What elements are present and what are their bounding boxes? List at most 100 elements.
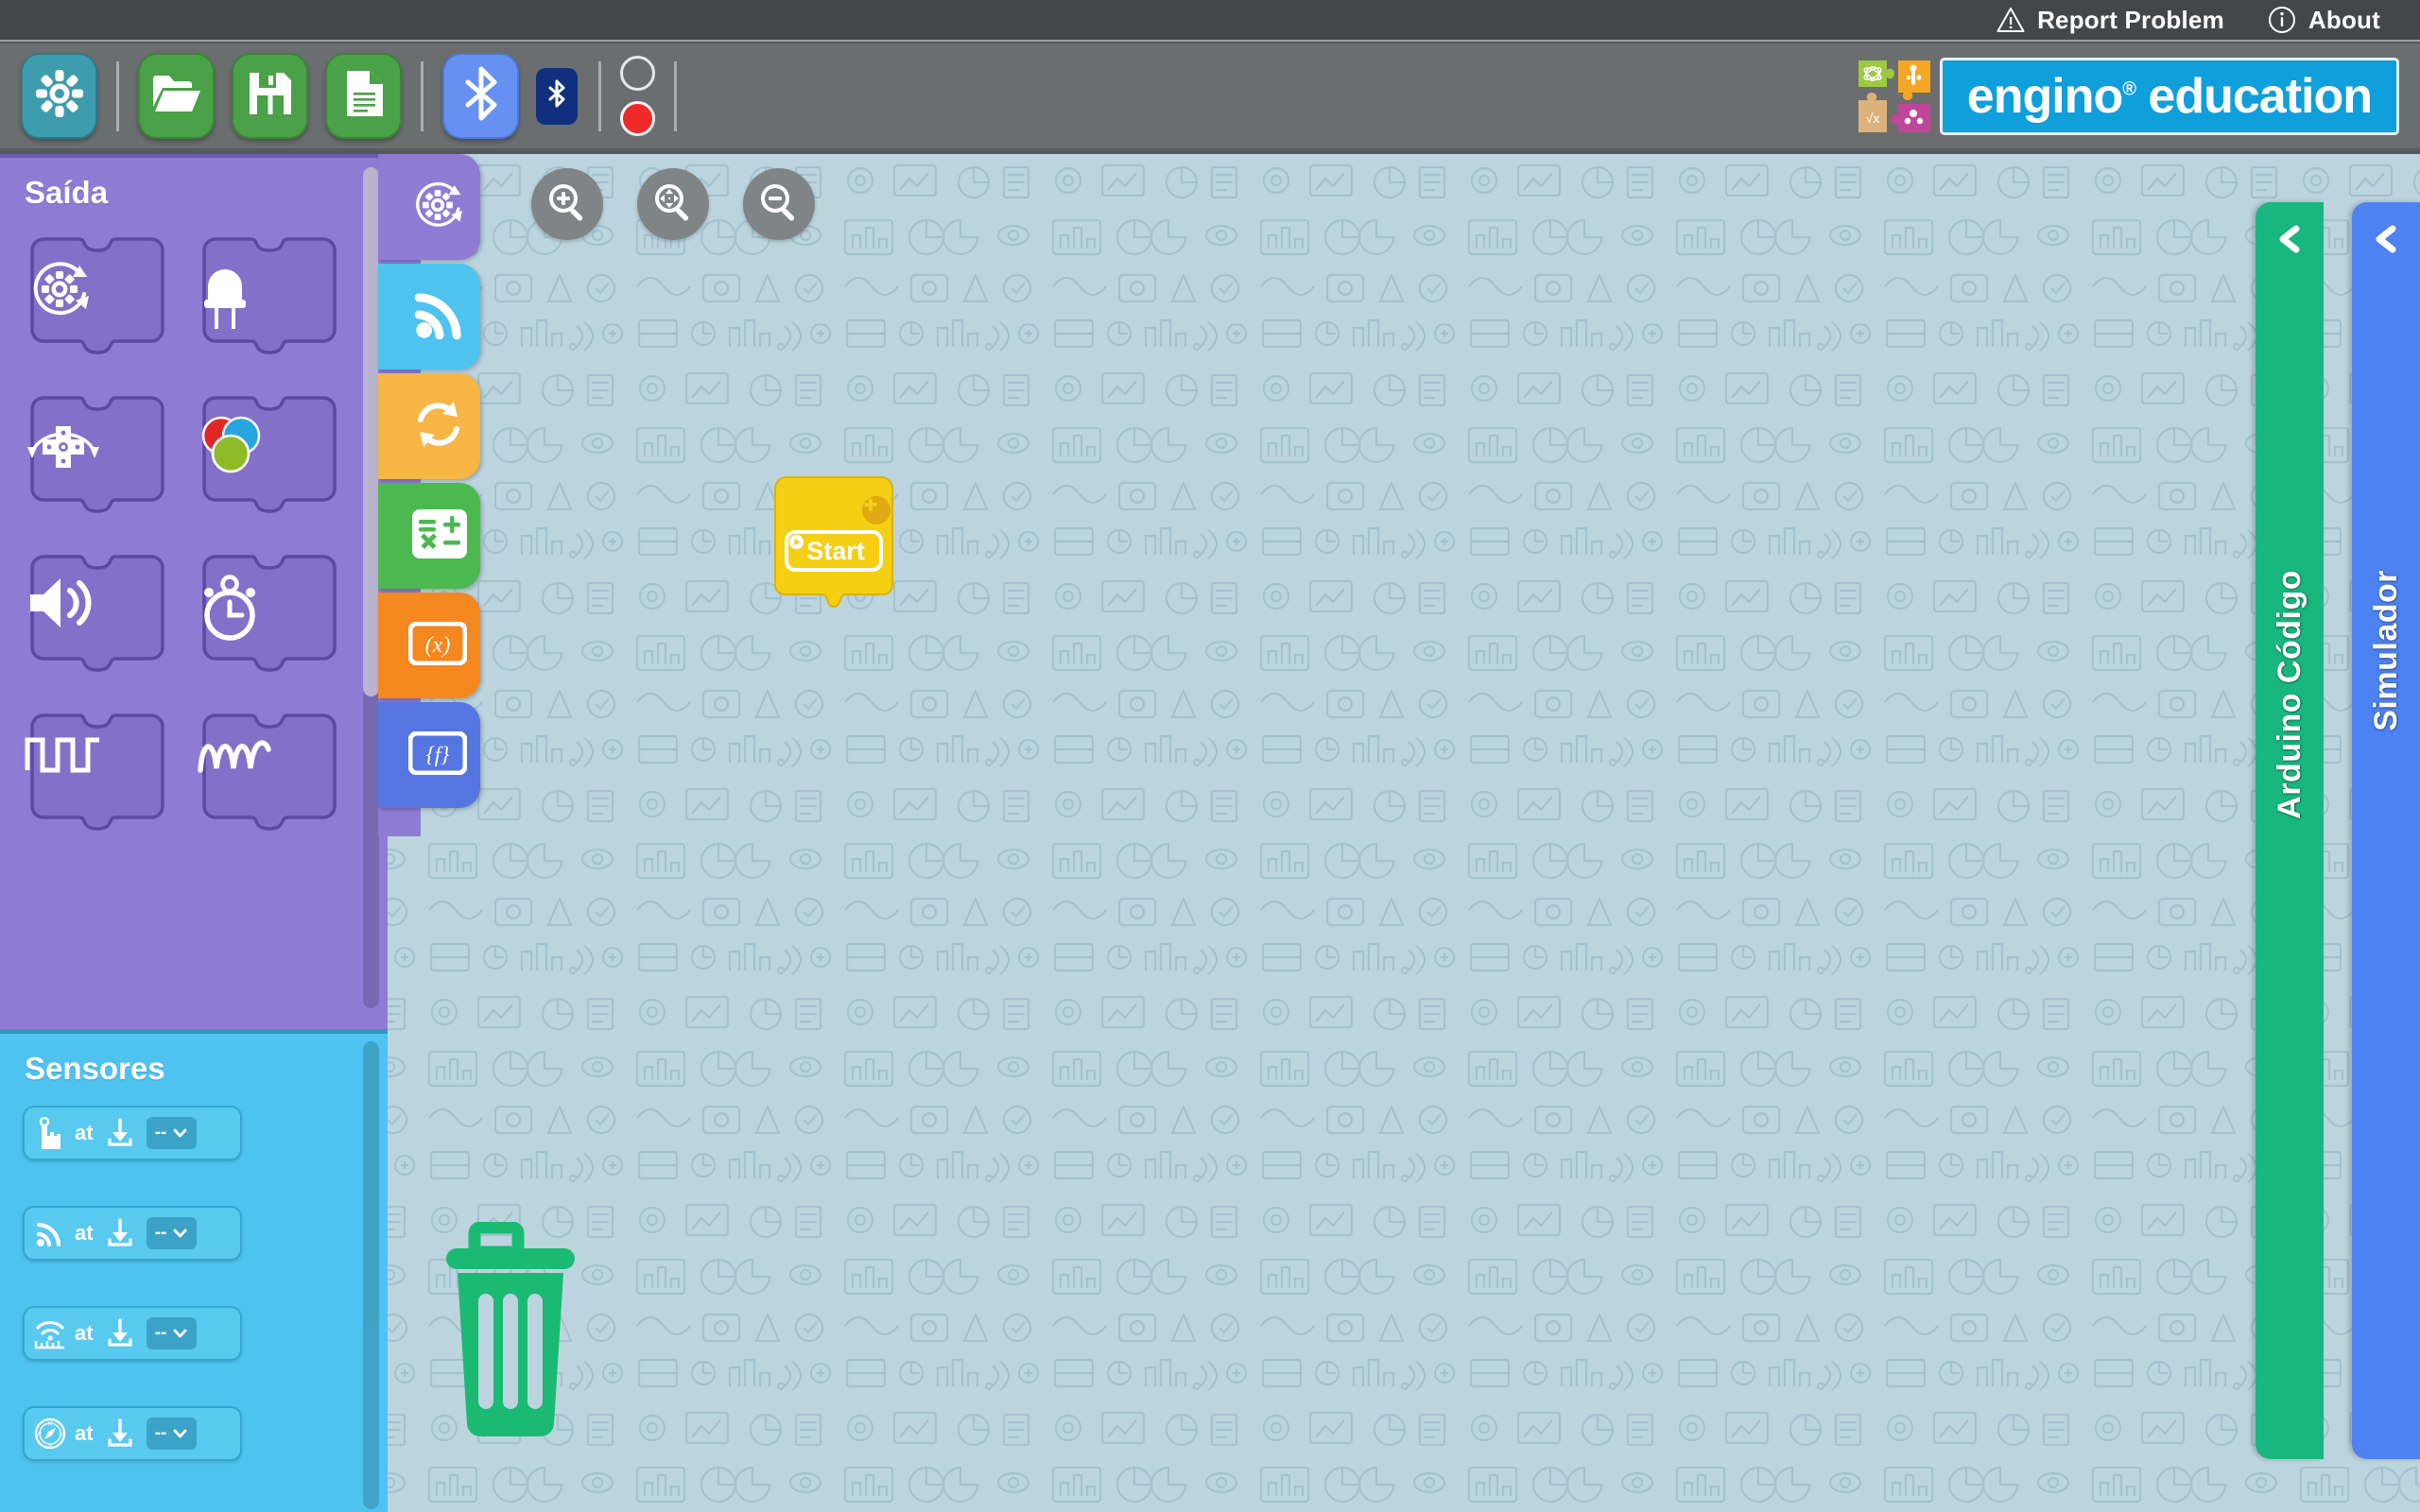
palette-section-output: Saída (0, 154, 388, 1029)
gear-icon (34, 68, 85, 124)
block-timer[interactable] (197, 549, 342, 689)
motor-rotation-icon (25, 254, 170, 345)
magnifier-move-icon (651, 180, 695, 229)
start-label-text: Start (806, 536, 865, 565)
speaker-icon (25, 572, 170, 662)
zoom-fit-button[interactable] (637, 168, 709, 240)
block-servo[interactable] (25, 390, 170, 530)
sensor-port-select[interactable]: -- (146, 1117, 197, 1149)
block-sound[interactable] (25, 549, 170, 689)
chevron-down-icon (173, 1323, 187, 1344)
brand-logo: √x engino® education (1853, 43, 2399, 148)
svg-text:N: N (48, 1422, 52, 1428)
about-button[interactable]: About (2268, 6, 2380, 35)
ultrasonic-ruler-icon (34, 1315, 66, 1351)
block-motor[interactable] (25, 232, 170, 371)
svg-text:E: E (60, 1433, 63, 1438)
start-block[interactable]: Start (764, 475, 904, 619)
chevron-left-icon (2367, 225, 2405, 258)
tab-simulator-label: Simulador (2367, 570, 2404, 731)
sensor-ultrasonic[interactable]: at -- (23, 1306, 242, 1361)
block-analog-output[interactable] (197, 708, 342, 848)
tab-arduino-code-label: Arduino Código (2271, 570, 2308, 819)
engino-puzzle-icon: √x (1853, 55, 1936, 138)
bluetooth-button[interactable] (442, 53, 519, 139)
chevron-down-icon (173, 1123, 187, 1143)
palette-section-sensors-title: Sensores (25, 1051, 165, 1086)
block-digital-output[interactable] (25, 708, 170, 848)
block-rgb-led[interactable] (197, 390, 342, 530)
toolbar-separator-4 (674, 60, 677, 131)
signal-wave-icon (412, 287, 467, 347)
tab-functions[interactable]: {f} (378, 702, 480, 808)
compass-icon: N S W E (34, 1416, 66, 1452)
magnifier-minus-icon (757, 180, 801, 229)
output-scrollbar[interactable] (363, 167, 379, 1008)
sensor-compass[interactable]: N S W E at -- (23, 1406, 242, 1461)
tab-output[interactable] (378, 154, 480, 260)
sensor-port-select[interactable]: -- (146, 1217, 197, 1249)
sensor-port-select[interactable]: -- (146, 1418, 197, 1450)
download-pin-icon (102, 1315, 138, 1351)
svg-text:W: W (36, 1433, 42, 1438)
tab-math[interactable] (378, 483, 480, 589)
refresh-loop-icon (410, 396, 467, 457)
report-problem-button[interactable]: Report Problem (1996, 6, 2224, 35)
category-tab-strip: (x) {f} (378, 154, 484, 836)
tab-arduino-code[interactable]: Arduino Código (2256, 202, 2324, 1459)
bluetooth-icon (546, 77, 567, 114)
new-document-button[interactable] (325, 53, 402, 139)
report-problem-label: Report Problem (2037, 5, 2224, 34)
zoom-out-button[interactable] (743, 168, 815, 240)
trash-can[interactable] (444, 1221, 577, 1439)
tab-loops[interactable] (378, 373, 480, 479)
svg-text:{f}: {f} (426, 743, 450, 766)
chevron-down-icon (173, 1223, 187, 1244)
tab-simulator[interactable]: Simulador (2352, 202, 2420, 1459)
block-led[interactable] (197, 232, 342, 371)
stopwatch-icon (197, 572, 342, 662)
record-status-indicator (620, 101, 655, 136)
toolbar-separator-2 (421, 60, 424, 131)
sensor-touch[interactable]: at -- (23, 1106, 242, 1160)
sensor-signal[interactable]: at -- (23, 1206, 242, 1261)
info-circle-icon (2268, 6, 2296, 34)
sensors-scrollbar[interactable] (363, 1041, 379, 1509)
warning-triangle-icon (1996, 7, 2025, 33)
sensor-port-value: -- (154, 1223, 167, 1243)
chevron-down-icon (173, 1423, 187, 1444)
download-pin-icon (102, 1115, 138, 1151)
svg-text:S: S (48, 1444, 52, 1450)
block-palette: Saída Sensores at -- at -- at -- N S W E… (0, 154, 388, 1512)
tab-variables[interactable]: (x) (378, 593, 480, 698)
main-toolbar: √x engino® education (0, 43, 2420, 151)
toolbar-separator-1 (116, 60, 119, 131)
zoom-in-button[interactable] (531, 168, 603, 240)
open-button[interactable] (138, 53, 215, 139)
download-pin-icon (102, 1416, 138, 1452)
sensor-port-value: -- (154, 1423, 167, 1443)
sensors-scrollbar-thumb[interactable] (363, 1041, 379, 1325)
settings-button[interactable] (21, 53, 97, 139)
status-indicators (620, 56, 655, 136)
servo-cross-icon (25, 413, 170, 504)
brand-text: engino® education (1966, 68, 2373, 124)
save-button[interactable] (232, 53, 308, 139)
sensor-port-value: -- (154, 1323, 167, 1343)
bluetooth-icon (460, 65, 502, 127)
document-icon (343, 69, 385, 123)
trash-icon (444, 1221, 577, 1443)
add-block-button[interactable] (862, 496, 890, 524)
function-f-icon: {f} (407, 730, 468, 780)
palette-section-output-title: Saída (25, 175, 109, 210)
sensor-at-label: at (75, 1221, 94, 1245)
sensor-at-label: at (75, 1321, 94, 1345)
svg-text:(x): (x) (425, 633, 451, 658)
sensor-port-select[interactable]: -- (146, 1317, 197, 1349)
brand-plate: engino® education (1939, 57, 2399, 135)
bluetooth-status-badge[interactable] (536, 67, 578, 125)
tab-sensors[interactable] (378, 264, 480, 369)
output-scrollbar-thumb[interactable] (363, 167, 379, 696)
touch-button-icon (34, 1115, 66, 1151)
variable-x-icon: (x) (407, 621, 468, 670)
